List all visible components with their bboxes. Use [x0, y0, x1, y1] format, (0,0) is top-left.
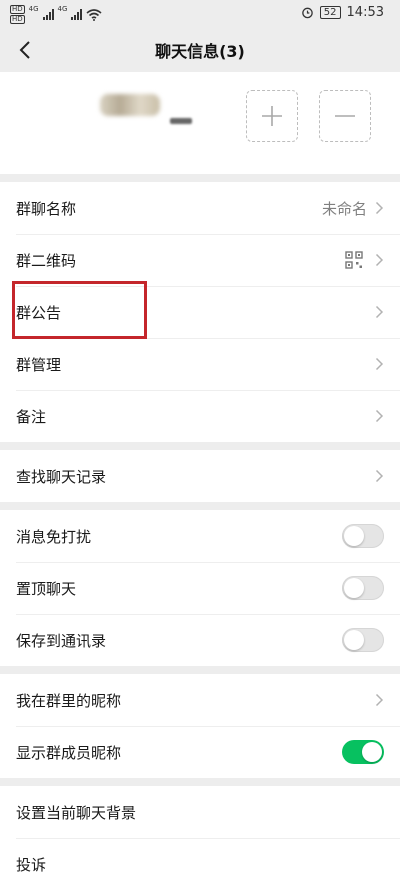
member-avatar[interactable]: [100, 94, 160, 116]
alarm-icon: [302, 7, 313, 19]
clock: 14:53: [346, 5, 384, 20]
chevron-right-icon: [375, 305, 384, 319]
battery-indicator: 52: [319, 6, 341, 19]
toggle-knob: [362, 742, 382, 762]
member-grid: [0, 72, 400, 174]
row-label: 群二维码: [16, 251, 77, 270]
pin-toggle[interactable]: [342, 576, 384, 600]
row-label: 消息免打扰: [16, 527, 92, 546]
toggle-knob: [344, 578, 364, 598]
signal-icon: [42, 9, 54, 20]
row-label: 备注: [16, 407, 47, 426]
row-label: 保存到通讯录: [16, 631, 107, 650]
chevron-right-icon: [375, 469, 384, 483]
row-label: 查找聊天记录: [16, 467, 107, 486]
row-label: 群聊名称: [16, 199, 77, 218]
search-history-row[interactable]: 查找聊天记录: [0, 450, 400, 502]
chevron-right-icon: [375, 201, 384, 215]
nav-bar: 聊天信息(3): [0, 28, 400, 72]
add-member-button[interactable]: [246, 90, 298, 142]
qr-code-row[interactable]: 群二维码: [0, 234, 400, 286]
hd-badge: HD: [10, 15, 25, 24]
qr-code-icon: [345, 251, 363, 269]
group-name-value: 未命名: [321, 199, 367, 218]
back-arrow-icon[interactable]: [14, 38, 38, 62]
row-label: 显示群成员昵称: [16, 743, 122, 762]
signal-icon: [71, 9, 83, 20]
chevron-right-icon: [375, 357, 384, 371]
chevron-right-icon: [375, 253, 384, 267]
remove-member-button[interactable]: [319, 90, 371, 142]
row-label: 置顶聊天: [16, 579, 77, 598]
nickname-section: 我在群里的昵称 显示群成员昵称: [0, 674, 400, 778]
toggle-knob: [344, 630, 364, 650]
group-info-section: 群聊名称 未命名 群二维码 群公告 群管理 备注: [0, 182, 400, 442]
chat-background-row[interactable]: 设置当前聊天背景: [0, 786, 400, 838]
chevron-right-icon: [375, 693, 384, 707]
group-name-row[interactable]: 群聊名称 未命名: [0, 182, 400, 234]
row-label: 群公告: [16, 303, 62, 322]
toggle-knob: [344, 526, 364, 546]
group-manage-row[interactable]: 群管理: [0, 338, 400, 390]
show-nicknames-toggle[interactable]: [342, 740, 384, 764]
remark-row[interactable]: 备注: [0, 390, 400, 442]
save-contacts-row: 保存到通讯录: [0, 614, 400, 666]
chevron-right-icon: [375, 409, 384, 423]
network-type: 4G: [28, 5, 39, 13]
show-nicknames-row: 显示群成员昵称: [0, 726, 400, 778]
misc-section: 设置当前聊天背景 投诉: [0, 786, 400, 890]
member-name: [170, 118, 192, 124]
network-type: 4G: [57, 5, 68, 13]
status-left: HD HD 4G 4G: [10, 5, 102, 24]
wifi-icon: [86, 8, 102, 21]
page-title: 聊天信息(3): [155, 42, 245, 61]
save-contacts-toggle[interactable]: [342, 628, 384, 652]
toggle-section: 消息免打扰 置顶聊天 保存到通讯录: [0, 510, 400, 666]
announcement-row[interactable]: 群公告: [0, 286, 400, 338]
row-label: 群管理: [16, 355, 62, 374]
row-label: 投诉: [16, 855, 47, 874]
status-right: 52 14:53: [301, 5, 384, 20]
status-bar: HD HD 4G 4G 52 14:53: [0, 0, 400, 28]
hd-badge: HD: [10, 5, 25, 14]
mute-row: 消息免打扰: [0, 510, 400, 562]
complain-row[interactable]: 投诉: [0, 838, 400, 890]
pin-row: 置顶聊天: [0, 562, 400, 614]
hd-badges: HD HD: [10, 5, 25, 24]
row-label: 我在群里的昵称: [16, 691, 122, 710]
plus-icon: [262, 106, 282, 126]
search-section: 查找聊天记录: [0, 450, 400, 502]
mute-toggle[interactable]: [342, 524, 384, 548]
row-label: 设置当前聊天背景: [16, 803, 137, 822]
my-nickname-row[interactable]: 我在群里的昵称: [0, 674, 400, 726]
minus-icon: [335, 115, 355, 117]
